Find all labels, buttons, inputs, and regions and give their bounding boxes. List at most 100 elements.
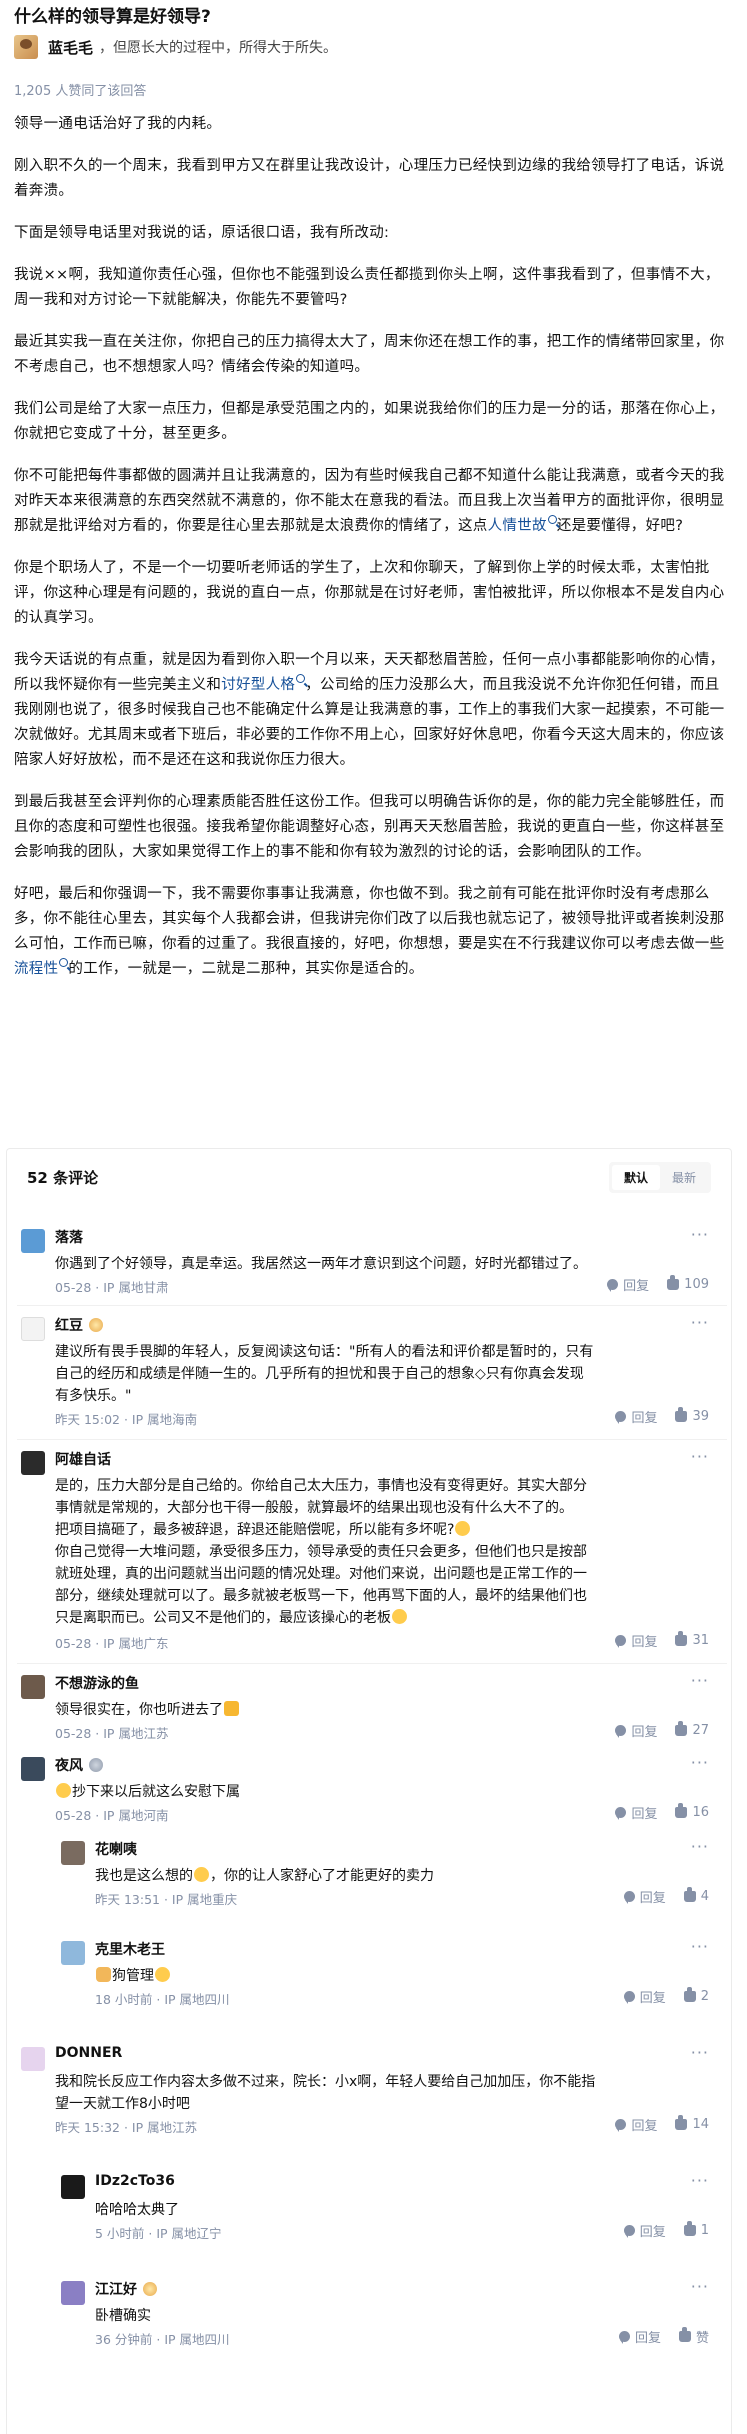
more-options-icon[interactable]: ··· (691, 1313, 709, 1332)
reply-icon (623, 1891, 635, 1904)
keyword-link-liucheng[interactable]: 流程性 (14, 961, 58, 977)
avatar[interactable] (61, 1941, 85, 1965)
reply-button[interactable]: 回复 (618, 2327, 661, 2346)
reply-button[interactable]: 回复 (615, 1803, 657, 1822)
sort-latest-tab[interactable]: 最新 (660, 1165, 708, 1190)
comment-item: 夜风 ··· 抄下来以后就这么安慰下属 05-28 · IP 属地河南 回复 1… (21, 1753, 721, 1823)
comment-meta: 05-28 · IP 属地甘肃 (55, 1280, 169, 1295)
like-button[interactable]: 赞 (678, 2327, 709, 2346)
commenter-name-text[interactable]: 克里木老王 (95, 1939, 165, 1959)
commenter-name-text[interactable]: 红豆 (55, 1315, 83, 1335)
comment-count: 52 条评论 (27, 1168, 99, 1187)
thumbs-up-icon (683, 2221, 696, 2236)
like-button[interactable]: 1 (683, 2221, 709, 2238)
question-title[interactable]: 什么样的领导算是好领导? (14, 2, 211, 27)
avatar[interactable] (21, 2047, 45, 2071)
thumbs-up-icon (675, 1721, 688, 1736)
author-bio: 但愿长大的过程中，所得大于所失。 (113, 40, 338, 56)
reply-button[interactable]: 回复 (623, 1987, 666, 2006)
comment-date: 昨天 13:51 (95, 1892, 160, 1907)
comment-date: 昨天 15:02 (55, 1412, 120, 1427)
like-count: 39 (692, 1409, 709, 1424)
comment-location: IP 属地四川 (164, 1992, 230, 2007)
avatar[interactable] (61, 2281, 85, 2305)
comment-text: 哈哈哈太典了 (95, 2202, 179, 2218)
more-options-icon[interactable]: ··· (691, 1937, 709, 1956)
answer-paragraph: 你不可能把每件事都做的圆满并且让我满意的，因为有些时候我自己都不知道什么能让我满… (14, 464, 732, 539)
comment-meta: 05-28 · IP 属地广东 (55, 1636, 169, 1651)
like-button[interactable]: 31 (675, 1631, 709, 1648)
commenter-name[interactable]: IDz2cTo36 (95, 2173, 175, 2189)
reply-icon (623, 2225, 635, 2238)
like-button[interactable]: 16 (675, 1803, 709, 1820)
reply-button[interactable]: 回复 (615, 2115, 657, 2134)
doge-emoji-icon (96, 1967, 111, 1982)
comment-line-text: 领导很实在，你也听进去了 (55, 1702, 223, 1718)
more-options-icon[interactable]: ··· (691, 1225, 709, 1244)
comment-meta: 18 小时前 · IP 属地四川 (95, 1992, 230, 2007)
avatar[interactable] (21, 1317, 45, 1341)
like-button[interactable]: 2 (683, 1987, 709, 2004)
commenter-name[interactable]: 花喇咦 (95, 1839, 137, 1859)
like-count: 16 (692, 1805, 709, 1820)
avatar[interactable] (21, 1757, 45, 1781)
keyword-link-renqing[interactable]: 人情世故 (488, 518, 547, 534)
commenter-name[interactable]: 红豆 (55, 1315, 103, 1335)
commenter-name-text[interactable]: 江江好 (95, 2279, 137, 2299)
commenter-name-text[interactable]: 夜风 (55, 1755, 83, 1775)
commenter-name[interactable]: 江江好 (95, 2279, 157, 2299)
commenter-name-text[interactable]: DONNER (55, 2045, 122, 2061)
commenter-name[interactable]: DONNER (55, 2045, 122, 2061)
answer-paragraph: 刚入职不久的一个周末，我看到甲方又在群里让我改设计，心理压力已经快到边缘的我给领… (14, 158, 725, 199)
commenter-name[interactable]: 不想游泳的鱼 (55, 1673, 139, 1693)
commenter-name[interactable]: 落落 (55, 1227, 83, 1247)
author-avatar[interactable] (14, 35, 38, 59)
commenter-name-text[interactable]: 花喇咦 (95, 1839, 137, 1859)
answer-paragraph: 下面是领导电话里对我说的话，原话很口语，我有所改动: (14, 225, 390, 241)
comment-location: IP 属地四川 (164, 2332, 230, 2347)
reply-label: 回复 (639, 1991, 666, 2006)
like-button[interactable]: 109 (667, 1275, 709, 1292)
reply-button[interactable]: 回复 (615, 1631, 657, 1650)
reply-button[interactable]: 回复 (623, 2221, 666, 2240)
more-options-icon[interactable]: ··· (691, 1671, 709, 1690)
like-button[interactable]: 27 (675, 1721, 709, 1738)
more-options-icon[interactable]: ··· (691, 1447, 709, 1466)
more-options-icon[interactable]: ··· (691, 2277, 709, 2296)
comment-text: 建议所有畏手畏脚的年轻人，反复阅读这句话："所有人的看法和评价都是暂时的，只有 … (55, 1341, 593, 1407)
commenter-name-text[interactable]: 阿雄自话 (55, 1449, 111, 1469)
reply-icon (615, 2119, 627, 2132)
commenter-name-text[interactable]: 不想游泳的鱼 (55, 1673, 139, 1693)
answer-paragraph: 你是个职场人了，不是一个一切要听老师话的学生了，上次和你聊天，了解到你上学的时候… (14, 560, 725, 626)
avatar[interactable] (61, 2175, 85, 2199)
commenter-name[interactable]: 克里木老王 (95, 1939, 165, 1959)
more-options-icon[interactable]: ··· (691, 2171, 709, 2190)
keyword-link-taohao[interactable]: 讨好型人格 (221, 677, 295, 693)
comment-text: 狗管理 (95, 1965, 171, 1987)
avatar[interactable] (21, 1229, 45, 1253)
sort-default-tab[interactable]: 默认 (611, 1164, 660, 1190)
commenter-name[interactable]: 阿雄自话 (55, 1449, 111, 1469)
author-name[interactable]: 蓝毛毛 (48, 37, 93, 58)
more-options-icon[interactable]: ··· (691, 1837, 709, 1856)
more-options-icon[interactable]: ··· (691, 1753, 709, 1772)
reply-item: 花喇咦 ··· 我也是这么想的 ，你的让人家舒心了才能更好的卖力 昨天 13:51… (61, 1837, 721, 1907)
comment-line: 是的，压力大部分是自己给的。你给自己太大压力，事情也没有变得更好。其实大部分 (55, 1478, 587, 1494)
more-options-icon[interactable]: ··· (691, 2043, 709, 2062)
avatar[interactable] (21, 1451, 45, 1475)
reply-button[interactable]: 回复 (615, 1721, 657, 1740)
commenter-name[interactable]: 夜风 (55, 1755, 103, 1775)
reply-icon (607, 1279, 619, 1292)
avatar[interactable] (21, 1675, 45, 1699)
divider (17, 1305, 727, 1306)
reply-button[interactable]: 回复 (607, 1275, 649, 1294)
commenter-name-text[interactable]: IDz2cTo36 (95, 2173, 175, 2189)
reply-button[interactable]: 回复 (623, 1887, 666, 1906)
like-button[interactable]: 14 (675, 2115, 709, 2132)
commenter-name-text[interactable]: 落落 (55, 1227, 83, 1247)
like-button[interactable]: 4 (683, 1887, 709, 1904)
reply-button[interactable]: 回复 (615, 1407, 657, 1426)
like-button[interactable]: 39 (675, 1407, 709, 1424)
reply-label: 回复 (634, 2331, 661, 2346)
avatar[interactable] (61, 1841, 85, 1865)
